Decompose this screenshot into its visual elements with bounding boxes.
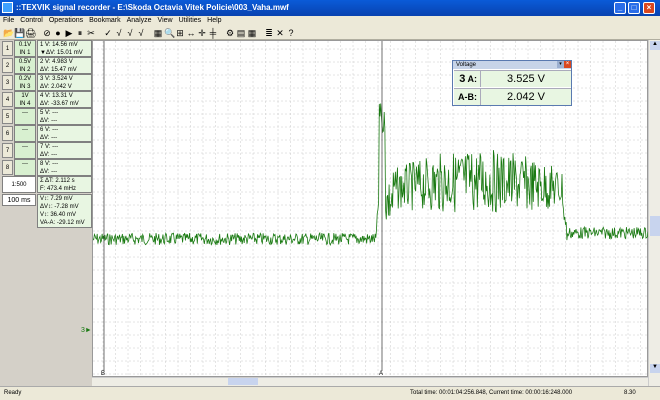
- menu-file[interactable]: File: [0, 16, 17, 26]
- vertical-scrollbar[interactable]: ▲ ▼: [648, 40, 660, 386]
- play-icon[interactable]: ▶: [64, 28, 74, 38]
- channel-3-values: 3 V: 3.524 V ΔV: 2.042 V: [37, 74, 92, 91]
- save-icon[interactable]: 💾: [14, 28, 25, 38]
- channel-3-range[interactable]: 0.2V IN 3: [14, 74, 36, 91]
- list-icon[interactable]: ≣: [264, 28, 274, 38]
- menu-bar: File Control Operations Bookmark Analyze View…: [0, 16, 660, 26]
- arrows-icon[interactable]: ↔: [186, 28, 196, 38]
- channel-row-3: 3 0.2V IN 3 3 V: 3.524 V ΔV: 2.042 V: [0, 74, 92, 91]
- menu-analyze[interactable]: Analyze: [124, 16, 155, 26]
- menu-control[interactable]: Control: [17, 16, 46, 26]
- channel-1-button[interactable]: 1: [2, 41, 13, 56]
- channel-2-values: 2 V: 4.983 V ΔV: 15.47 mV: [37, 57, 92, 74]
- check2-icon[interactable]: √: [114, 28, 124, 38]
- channel-row-2: 2 0.5V IN 2 2 V: 4.983 V ΔV: 15.47 mV: [0, 57, 92, 74]
- channel-row-5: 5 --- 5 V: --- ΔV: ---: [0, 108, 92, 125]
- menu-help[interactable]: Help: [204, 16, 224, 26]
- channel-row-1: 1 0.1V IN 1 1 V: 14.56 mV ▼ΔV: 15.01 mV: [0, 40, 92, 57]
- check3-icon[interactable]: √: [125, 28, 135, 38]
- channel-8-values: 8 V: --- ΔV: ---: [37, 159, 92, 176]
- delete-icon[interactable]: ✕: [275, 28, 285, 38]
- channel-row-8: 8 --- 8 V: --- ΔV: ---: [0, 159, 92, 176]
- channel-8-range[interactable]: ---: [14, 159, 36, 176]
- channel-7-button[interactable]: 7: [2, 143, 13, 158]
- check-icon[interactable]: ✓: [103, 28, 113, 38]
- status-ready: Ready: [4, 390, 22, 396]
- channel-1-values: 1 V: 14.56 mV ▼ΔV: 15.01 mV: [37, 40, 92, 57]
- grid-icon[interactable]: ▤: [236, 28, 246, 38]
- menu-bookmark[interactable]: Bookmark: [86, 16, 124, 26]
- channel-4-button[interactable]: 4: [2, 92, 13, 107]
- voltage-window-title: Voltage: [453, 61, 571, 69]
- maximize-button[interactable]: □: [628, 2, 640, 14]
- scroll-down-icon[interactable]: ▼: [650, 364, 660, 373]
- table-icon[interactable]: ▦: [247, 28, 257, 38]
- help-icon[interactable]: ?: [286, 28, 296, 38]
- channel-panel: 1 0.1V IN 1 1 V: 14.56 mV ▼ΔV: 15.01 mV 2 0…: [0, 40, 92, 386]
- stop-icon[interactable]: ⊘: [42, 28, 52, 38]
- channel-row-6: 6 --- 6 V: --- ΔV: ---: [0, 125, 92, 142]
- channel-7-values: 7 V: --- ΔV: ---: [37, 142, 92, 159]
- minimize-button[interactable]: _: [614, 2, 626, 14]
- toolbar: 📂 💾 🖨 ⊘ ● ▶ ⏸ ✂ ✓ √ √ √ ▦ 🔍 ⊞ ↔ ✛ ╪ ⚙ ▤ ▦ ≣ ✕?: [0, 26, 660, 40]
- channel-3-marker[interactable]: 3►: [81, 327, 92, 334]
- delta-time-values: Σ ΔT: 2.112 s F: 473.4 mHz: [37, 176, 92, 193]
- channel-4-range[interactable]: 1V IN 4: [14, 91, 36, 108]
- channel-5-button[interactable]: 5: [2, 109, 13, 124]
- channel-2-button[interactable]: 2: [2, 58, 13, 73]
- channel-2-range[interactable]: 0.5V IN 2: [14, 57, 36, 74]
- voltage-a-row: 3 A: 3.525 V: [454, 70, 571, 87]
- horizontal-scrollbar[interactable]: [92, 377, 648, 386]
- channel-6-values: 6 V: --- ΔV: ---: [37, 125, 92, 142]
- voltage-window[interactable]: Voltage ▾ × 3 A: 3.525 V A-B: 2.042 V: [452, 60, 572, 106]
- menu-operations[interactable]: Operations: [46, 16, 86, 26]
- print-icon[interactable]: 🖨: [25, 28, 36, 38]
- channel-row-7: 7 --- 7 V: --- ΔV: ---: [0, 142, 92, 159]
- app-icon: [2, 2, 13, 13]
- zoom-fit-icon[interactable]: ⊞: [175, 28, 185, 38]
- open-icon[interactable]: 📂: [3, 28, 14, 38]
- voltage-a-value: 3.525 V: [507, 73, 545, 85]
- chart-icon[interactable]: ▦: [153, 28, 163, 38]
- channel-7-range[interactable]: ---: [14, 142, 36, 159]
- channel-8-button[interactable]: 8: [2, 160, 13, 175]
- timebase-row: 1:500 Σ ΔT: 2.112 s F: 473.4 mHz: [0, 176, 92, 193]
- voltage-ab-value: 2.042 V: [507, 91, 545, 103]
- voltage-ab-row: A-B: 2.042 V: [454, 88, 571, 105]
- cursor-icon[interactable]: ✛: [197, 28, 207, 38]
- channel-6-button[interactable]: 6: [2, 126, 13, 141]
- settings-icon[interactable]: ⚙: [225, 28, 235, 38]
- zoom-field[interactable]: 100 ms: [2, 194, 36, 206]
- pause-icon[interactable]: ⏸: [75, 28, 85, 38]
- channel-1-range[interactable]: 0.1V IN 1: [14, 40, 36, 57]
- close-icon[interactable]: ×: [564, 61, 571, 68]
- check4-icon[interactable]: √: [136, 28, 146, 38]
- measure-values: V↕: 7.29 mV ΔV↕: -7.28 mV V↕: 36.40 mV VA-A…: [37, 194, 92, 228]
- record-icon[interactable]: ●: [53, 28, 63, 38]
- voltage-ab-label: A-B:: [454, 89, 481, 105]
- title-bar: ::TEXVIK signal recorder - E:\Skoda Octa…: [0, 0, 660, 16]
- status-time: Total time: 00:01:04:256.848, Current ti…: [410, 390, 573, 396]
- channel-row-4: 4 1V IN 4 4 V: 13.31 V ΔV: -33.67 mV: [0, 91, 92, 108]
- scroll-thumb-vertical[interactable]: [650, 216, 660, 236]
- channel-6-range[interactable]: ---: [14, 125, 36, 142]
- menu-view[interactable]: View: [155, 16, 176, 26]
- menu-utilities[interactable]: Utilities: [176, 16, 205, 26]
- channel-3-button[interactable]: 3: [2, 75, 13, 90]
- scroll-thumb-horizontal[interactable]: [228, 378, 258, 385]
- voltage-a-label: 3 A:: [454, 71, 481, 87]
- status-value: 8.30: [624, 390, 636, 396]
- timebase-select[interactable]: 1:500: [2, 176, 36, 193]
- window-title: ::TEXVIK signal recorder - E:\Skoda Octa…: [16, 3, 289, 12]
- scroll-up-icon[interactable]: ▲: [650, 41, 660, 50]
- dropdown-icon[interactable]: ▾: [557, 61, 564, 68]
- zoom-icon[interactable]: 🔍: [164, 28, 175, 38]
- cut-icon[interactable]: ✂: [86, 28, 96, 38]
- status-bar: Ready Total time: 00:01:04:256.848, Curr…: [0, 386, 660, 400]
- marker-icon[interactable]: ╪: [208, 28, 218, 38]
- channel-5-values: 5 V: --- ΔV: ---: [37, 108, 92, 125]
- close-button[interactable]: ×: [643, 2, 655, 14]
- channel-5-range[interactable]: ---: [14, 108, 36, 125]
- channel-4-values: 4 V: 13.31 V ΔV: -33.67 mV: [37, 91, 92, 108]
